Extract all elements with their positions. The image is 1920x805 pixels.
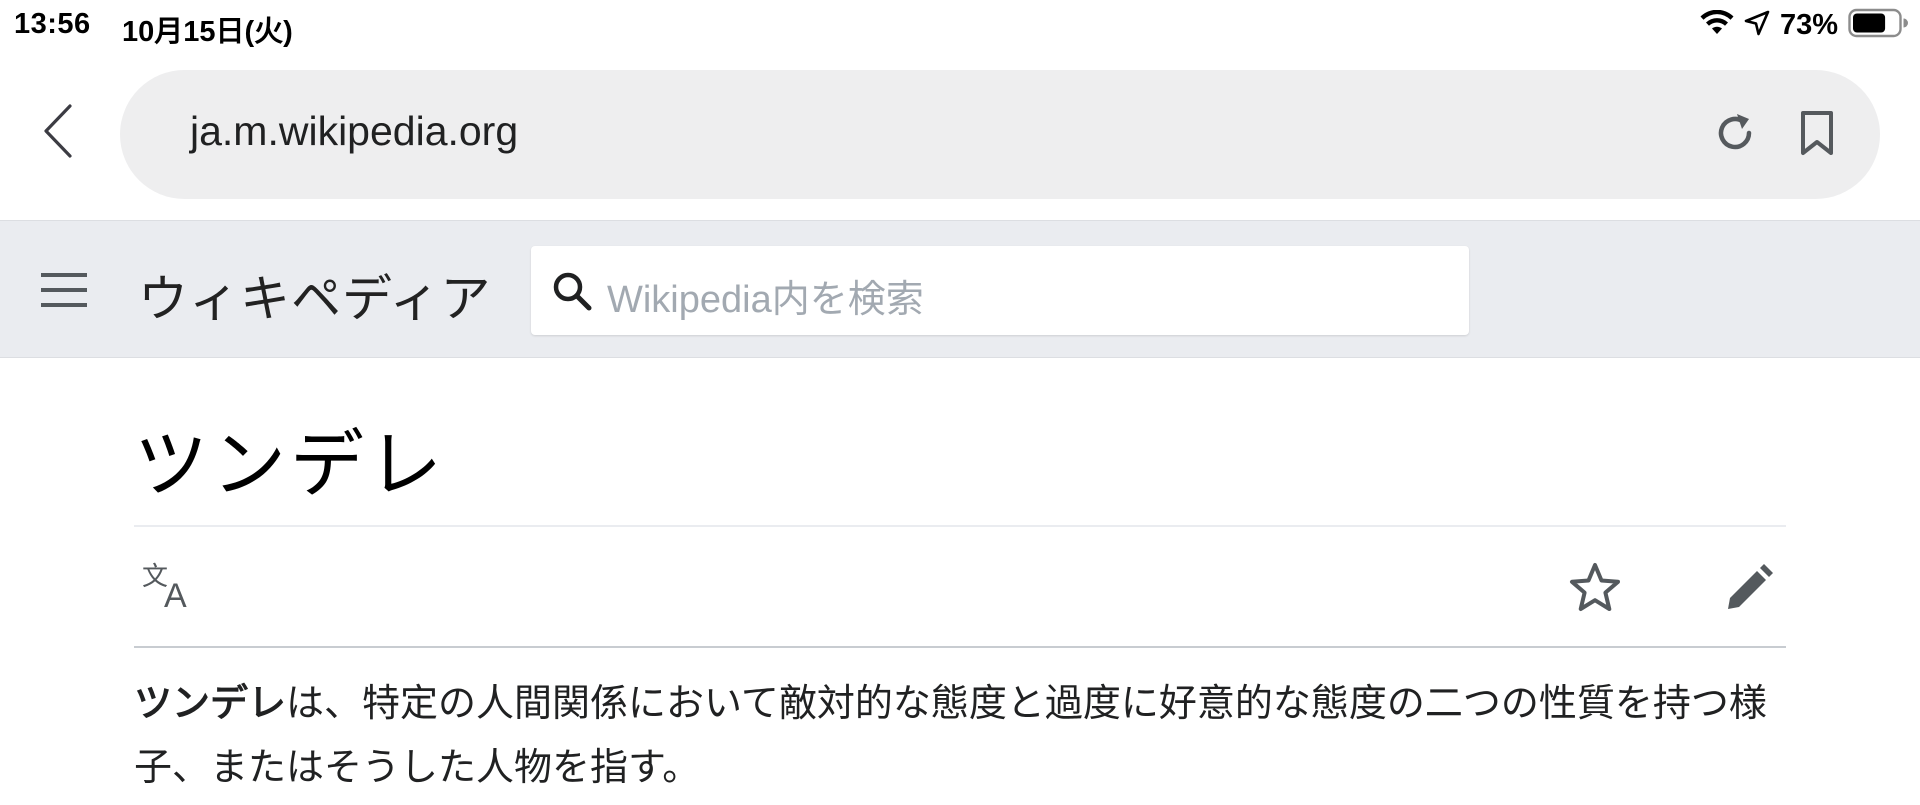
battery-percent: 73% [1779, 8, 1838, 41]
actions-divider [134, 646, 1786, 648]
main-menu-button[interactable] [38, 267, 90, 313]
browser-toolbar: ja.m.wikipedia.org [0, 52, 1920, 220]
wikipedia-wordmark[interactable]: ウィキペディア [138, 259, 492, 331]
status-time: 13:56 [14, 8, 91, 40]
back-button[interactable] [28, 98, 88, 168]
page-title: ツンデレ [134, 425, 446, 507]
bookmark-icon [1797, 109, 1837, 162]
star-icon [1568, 563, 1622, 619]
location-arrow-icon [1744, 10, 1770, 41]
chevron-left-icon [40, 103, 76, 164]
watch-button[interactable] [1568, 561, 1622, 615]
hamburger-menu-icon [38, 273, 90, 317]
bookmark-button[interactable] [1790, 108, 1844, 162]
language-icon: 文 A [140, 562, 200, 617]
reload-icon [1712, 110, 1758, 161]
search-placeholder: Wikipedia内を検索 [607, 279, 924, 321]
search-icon [551, 270, 593, 312]
url-text[interactable]: ja.m.wikipedia.org [190, 108, 518, 155]
status-date: 10月15日(火) [122, 16, 293, 48]
edit-button[interactable] [1722, 561, 1776, 615]
wiki-header: ウィキペディア Wikipedia内を検索 [0, 220, 1920, 358]
language-button[interactable]: 文 A [140, 561, 200, 615]
svg-text:A: A [164, 577, 187, 613]
address-bar[interactable]: ja.m.wikipedia.org [120, 70, 1880, 199]
lead-text-line-1: は、特定の人間関係において敵対的な態度と過度に好意的な態度の二つの性質を持つ様 [286, 683, 1767, 725]
lead-paragraph: ツンデレは、特定の人間関係において敵対的な態度と過度に好意的な態度の二つの性質を… [134, 672, 1786, 800]
reload-button[interactable] [1708, 108, 1762, 162]
battery-icon [1848, 8, 1908, 43]
pencil-icon [1722, 564, 1776, 619]
page-actions: 文 A [134, 527, 1786, 647]
lead-term: ツンデレ [134, 683, 287, 725]
status-bar: 13:56 10月15日(火) 73% [0, 0, 1920, 52]
wifi-icon [1700, 9, 1734, 41]
search-input[interactable]: Wikipedia内を検索 [531, 246, 1469, 335]
status-indicators: 73% [1700, 8, 1908, 42]
lead-text-line-2: 子、またはそうした人物を指す。 [134, 747, 701, 789]
